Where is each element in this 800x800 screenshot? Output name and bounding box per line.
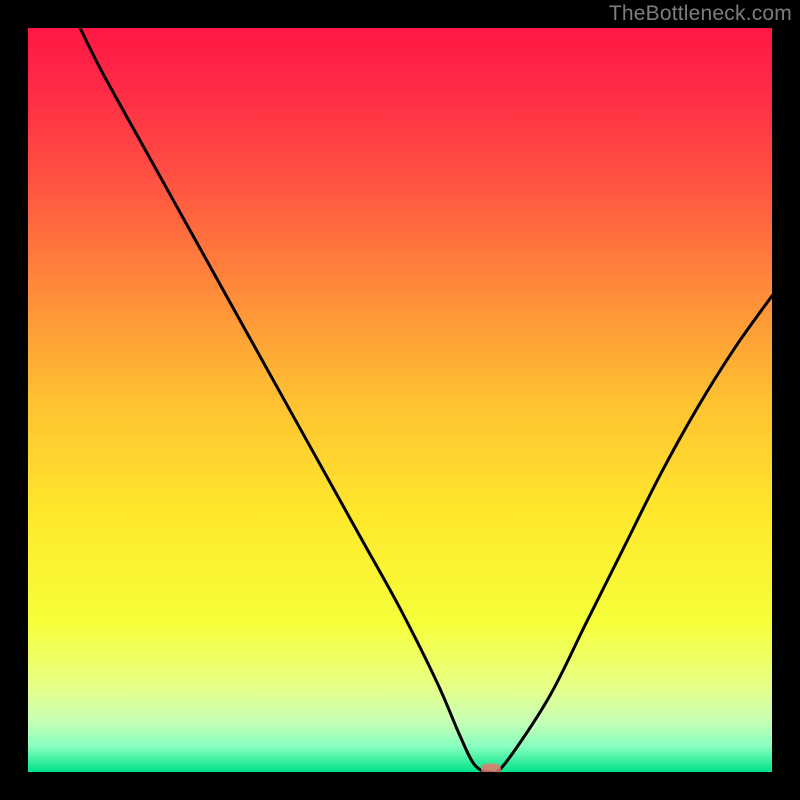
chart-frame: TheBottleneck.com (0, 0, 800, 800)
curve-layer (28, 28, 772, 772)
optimal-point-marker (481, 764, 501, 772)
plot-area (28, 28, 772, 772)
watermark-text: TheBottleneck.com (609, 2, 792, 26)
bottleneck-curve (80, 28, 772, 772)
